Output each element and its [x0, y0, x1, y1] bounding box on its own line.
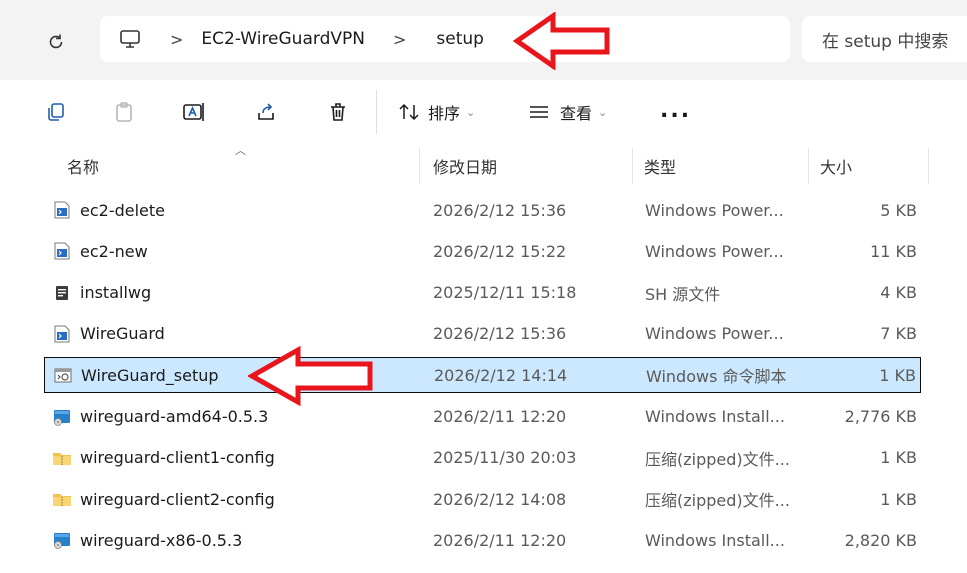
- file-modified-date: 2026/2/12 15:36: [433, 324, 567, 344]
- toolbar-divider: [376, 90, 377, 134]
- address-bar[interactable]: > EC2-WireGuardVPN > setup: [100, 16, 790, 62]
- breadcrumb-ec2-wireguardvpn[interactable]: EC2-WireGuardVPN: [201, 29, 365, 49]
- file-modified-date: 2026/2/11 12:20: [433, 530, 567, 550]
- file-row[interactable]: wireguard-x86-0.5.3 2026/2/11 12:20 Window…: [44, 522, 921, 558]
- file-row[interactable]: wireguard-client1-config 2025/11/30 20:03…: [44, 440, 921, 476]
- file-type: SH 源文件: [645, 284, 721, 304]
- file-row[interactable]: WireGuard 2026/2/12 15:36 Windows Power...…: [44, 316, 921, 352]
- sort-icon: [399, 103, 419, 121]
- column-header-name[interactable]: 名称: [59, 148, 419, 184]
- file-type: Windows 命令脚本: [646, 367, 787, 387]
- file-name: wireguard-client2-config: [80, 489, 275, 509]
- file-size: 1 KB: [879, 365, 916, 385]
- file-type: Windows Install...: [645, 530, 785, 550]
- file-modified-date: 2026/2/12 15:36: [433, 200, 567, 220]
- batch-script-icon: [53, 366, 73, 386]
- file-type: Windows Power...: [645, 241, 784, 261]
- file-name: ec2-delete: [80, 200, 165, 220]
- command-bar: [0, 80, 967, 144]
- view-menu-button[interactable]: 查看 ⌄: [528, 100, 607, 124]
- column-resize-handle[interactable]: [928, 148, 929, 184]
- file-size: 5 KB: [880, 200, 917, 220]
- file-type: 压缩(zipped)文件...: [645, 449, 790, 469]
- file-row[interactable]: ec2-new 2026/2/12 15:22 Windows Power... 11…: [44, 233, 921, 269]
- column-resize-handle[interactable]: [808, 148, 809, 184]
- file-type: 压缩(zipped)文件...: [645, 491, 790, 511]
- column-resize-handle[interactable]: [632, 148, 633, 184]
- file-type: Windows Install...: [645, 407, 785, 426]
- file-name: wireguard-client1-config: [80, 448, 275, 468]
- file-modified-date: 2026/2/12 14:08: [433, 489, 567, 509]
- column-header-size[interactable]: 大小: [812, 148, 928, 184]
- sort-label: 排序: [428, 104, 461, 123]
- trash-icon: [331, 103, 345, 121]
- chevron-down-icon: ⌄: [466, 105, 476, 119]
- refresh-icon: [49, 34, 63, 49]
- file-size: 11 KB: [870, 241, 917, 261]
- paste-button[interactable]: [110, 98, 138, 126]
- rename-button[interactable]: [180, 98, 208, 126]
- file-name: WireGuard_setup: [81, 365, 219, 385]
- file-row[interactable]: wireguard-amd64-0.5.3 2026/2/11 12:20 Wind…: [44, 399, 921, 435]
- breadcrumb-separator[interactable]: >: [170, 30, 183, 49]
- paste-icon: [116, 102, 132, 122]
- file-type: Windows Power...: [645, 200, 784, 220]
- file-name: wireguard-x86-0.5.3: [80, 530, 243, 550]
- file-row[interactable]: installwg 2025/12/11 15:18 SH 源文件 4 KB: [44, 275, 921, 311]
- breadcrumb-setup[interactable]: setup: [436, 29, 484, 49]
- file-modified-date: 2026/2/12 14:14: [434, 365, 568, 385]
- file-row[interactable]: wireguard-client2-config 2026/2/12 14:08 压…: [44, 481, 921, 517]
- file-name: WireGuard: [80, 324, 165, 344]
- delete-button[interactable]: [324, 98, 352, 126]
- file-row[interactable]: ec2-delete 2026/2/12 15:36 Windows Power..…: [44, 192, 921, 228]
- column-header-modified[interactable]: 修改日期: [425, 148, 632, 184]
- copy-icon: [48, 103, 64, 121]
- more-options-button[interactable]: ...: [660, 98, 691, 123]
- copy-button[interactable]: [42, 98, 70, 126]
- sh-file-icon: [52, 283, 72, 303]
- chevron-down-icon: ⌄: [598, 105, 608, 119]
- breadcrumb-separator[interactable]: >: [393, 30, 406, 49]
- annotation-arrow-icon: [513, 12, 610, 70]
- msi-installer-icon: [52, 530, 72, 550]
- file-name: installwg: [80, 283, 152, 303]
- file-modified-date: 2025/11/30 20:03: [433, 448, 577, 468]
- annotation-arrow-icon: [248, 346, 373, 406]
- view-label: 查看: [560, 104, 593, 123]
- msi-installer-icon: [52, 407, 72, 427]
- search-input[interactable]: 在 setup 中搜索: [802, 16, 967, 62]
- column-header-row: 名称 修改日期 类型 大小: [14, 148, 929, 184]
- file-row[interactable]: WireGuard_setup 2026/2/12 14:14 Windows 命令…: [44, 357, 921, 394]
- this-pc-icon[interactable]: [118, 27, 142, 51]
- file-size: 7 KB: [880, 324, 917, 344]
- file-name: wireguard-amd64-0.5.3: [80, 407, 269, 426]
- file-size: 4 KB: [880, 283, 917, 303]
- view-list-icon: [530, 106, 548, 118]
- file-modified-date: 2025/12/11 15:18: [433, 283, 577, 303]
- file-modified-date: 2026/2/11 12:20: [433, 407, 567, 426]
- sort-menu-button[interactable]: 排序 ⌄: [398, 100, 475, 124]
- file-size: 2,776 KB: [844, 407, 917, 426]
- refresh-button[interactable]: [38, 24, 74, 60]
- zip-folder-icon: [52, 448, 72, 468]
- powershell-script-icon: [52, 241, 72, 261]
- column-resize-handle[interactable]: [419, 148, 420, 184]
- file-size: 1 KB: [880, 489, 917, 509]
- file-size: 1 KB: [880, 448, 917, 468]
- file-modified-date: 2026/2/12 15:22: [433, 241, 567, 261]
- column-header-type[interactable]: 类型: [636, 148, 808, 184]
- file-type: Windows Power...: [645, 324, 784, 344]
- share-icon: [258, 103, 274, 120]
- powershell-script-icon: [52, 200, 72, 220]
- share-button[interactable]: [252, 98, 280, 126]
- zip-folder-icon: [52, 489, 72, 509]
- file-name: ec2-new: [80, 241, 148, 261]
- file-size: 2,820 KB: [844, 530, 917, 550]
- powershell-script-icon: [52, 324, 72, 344]
- rename-icon: [183, 103, 204, 121]
